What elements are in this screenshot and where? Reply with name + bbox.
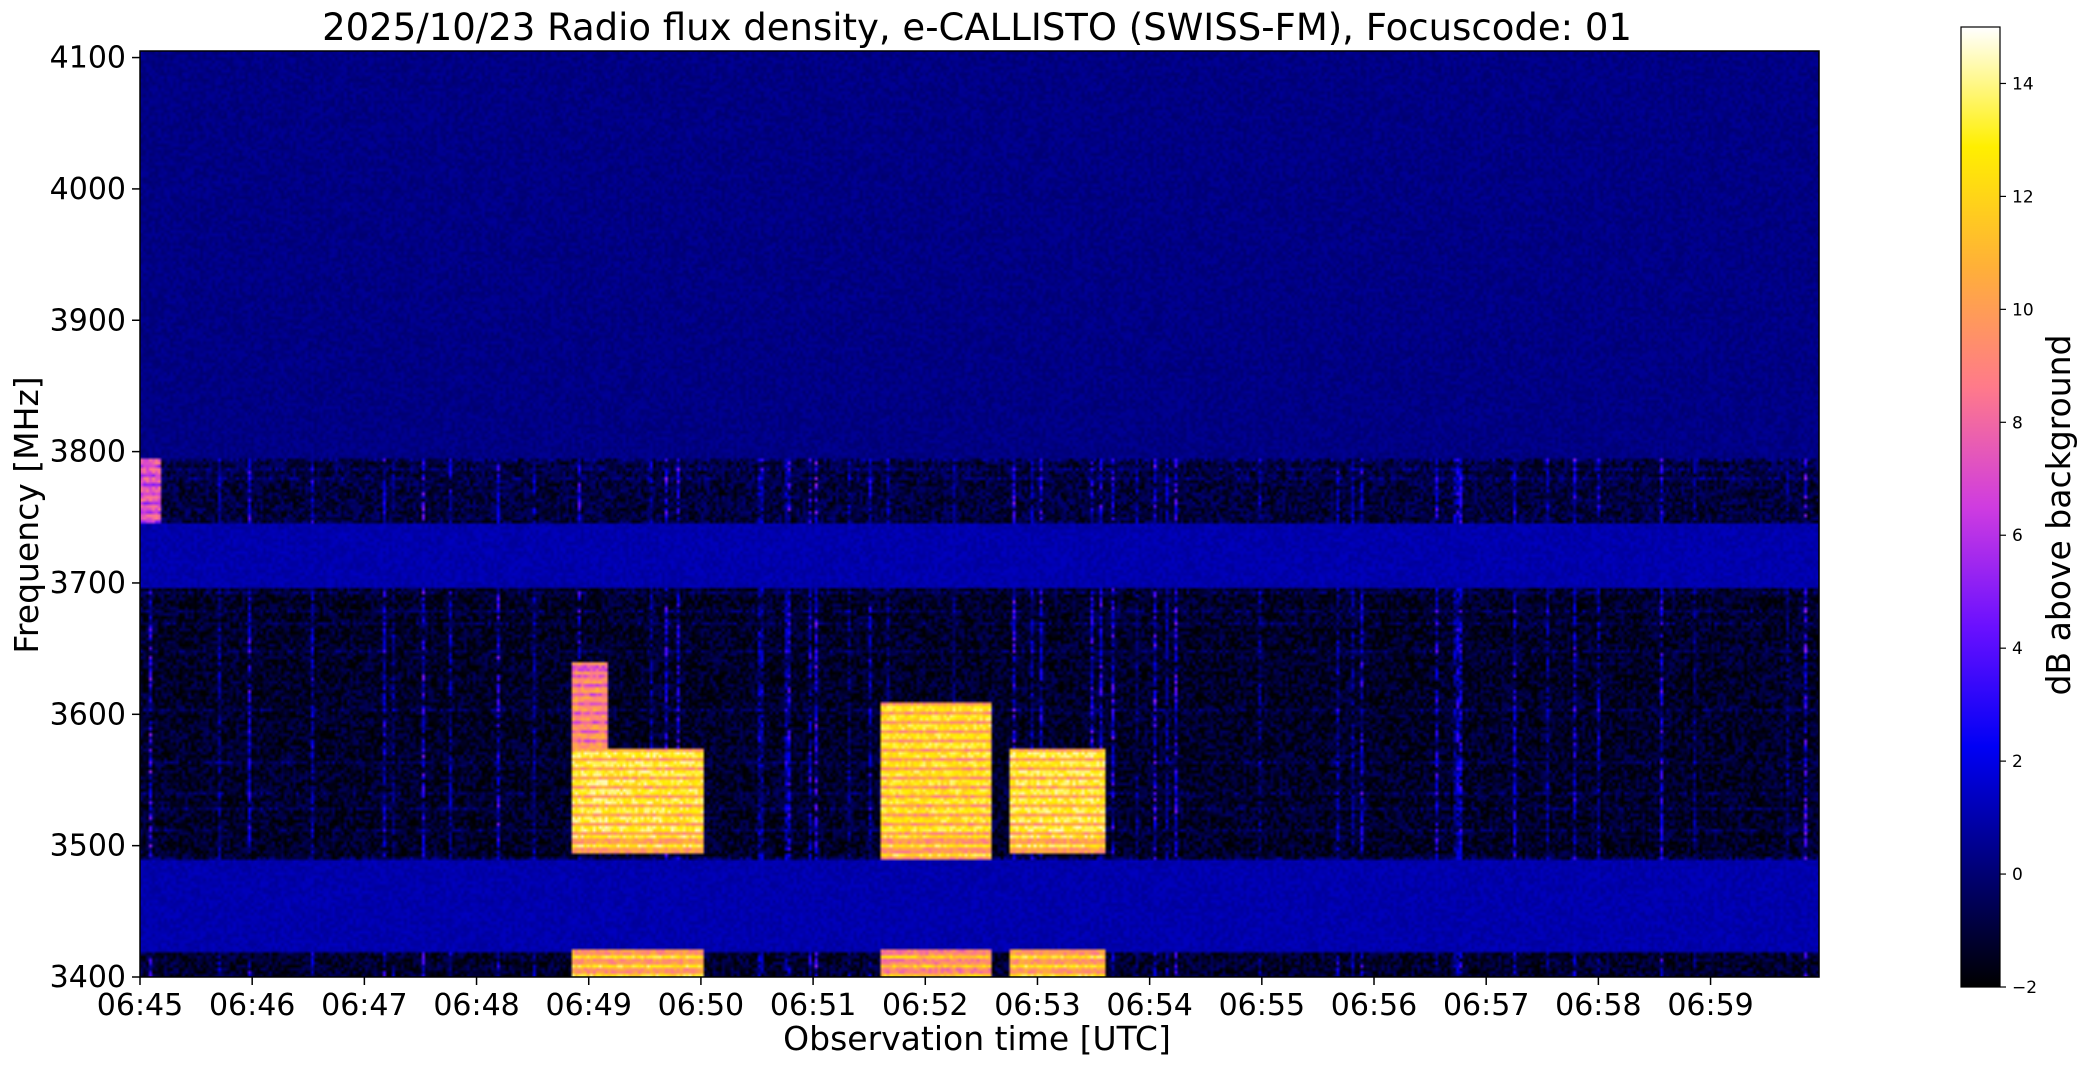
- x-tick-label: 06:55: [1219, 988, 1305, 1023]
- y-tick-label: 3800: [50, 435, 126, 470]
- x-tick-label: 06:50: [658, 988, 744, 1023]
- spectrogram-heatmap: [140, 51, 1819, 977]
- x-tick-label: 06:56: [1331, 988, 1417, 1023]
- y-axis-label: Frequency [MHz]: [7, 376, 46, 653]
- colorbar-tick-label: 12: [2012, 187, 2034, 207]
- x-tick-label: 06:59: [1667, 988, 1753, 1023]
- colorbar-tick-label: 6: [2012, 526, 2023, 546]
- y-tick-label: 3400: [50, 960, 126, 995]
- x-tick-label: 06:52: [882, 988, 968, 1023]
- x-tick-label: 06:54: [1106, 988, 1192, 1023]
- x-tick-label: 06:53: [994, 988, 1080, 1023]
- x-axis-label: Observation time [UTC]: [783, 1019, 1171, 1058]
- colorbar-gradient: [1960, 26, 2001, 988]
- colorbar-tick-label: 8: [2012, 413, 2023, 433]
- x-tick-label: 06:51: [770, 988, 856, 1023]
- y-tick-label: 3600: [50, 697, 126, 732]
- y-tick-label: 3700: [50, 566, 126, 601]
- chart-title: 2025/10/23 Radio flux density, e-CALLIST…: [322, 6, 1632, 49]
- x-tick-label: 06:47: [321, 988, 407, 1023]
- x-tick-label: 06:46: [209, 988, 295, 1023]
- spectrogram-figure: 2025/10/23 Radio flux density, e-CALLIST…: [0, 0, 2085, 1067]
- colorbar-tick-label: 4: [2012, 639, 2023, 659]
- y-tick-label: 4000: [50, 172, 126, 207]
- colorbar-tick-label: 10: [2012, 300, 2034, 320]
- y-tick-label: 3900: [50, 303, 126, 338]
- x-axis: 06:45 06:46 06:47 06:48 06:49 06:50 06:51 06:52…: [97, 977, 1754, 1023]
- y-tick-label: 3500: [50, 829, 126, 864]
- colorbar: −2 0 2 4 6 8 10 12 14: [1960, 26, 2037, 998]
- x-tick-label: 06:57: [1443, 988, 1529, 1023]
- x-tick-label: 06:58: [1555, 988, 1641, 1023]
- x-tick-label: 06:48: [433, 988, 519, 1023]
- y-tick-label: 4100: [50, 41, 126, 76]
- colorbar-label: dB above background: [2039, 335, 2078, 696]
- colorbar-tick-label: 0: [2012, 865, 2023, 885]
- colorbar-tick-label: 14: [2012, 74, 2034, 94]
- spectrogram-svg: 2025/10/23 Radio flux density, e-CALLIST…: [7, 6, 2078, 1058]
- colorbar-tick-label: 2: [2012, 752, 2023, 772]
- x-tick-label: 06:49: [545, 988, 631, 1023]
- y-axis: 3400 3500 3600 3700 3800 3900 4000 4100: [50, 41, 140, 995]
- plot-area: [139, 50, 1820, 978]
- colorbar-tick-label: −2: [2012, 978, 2037, 998]
